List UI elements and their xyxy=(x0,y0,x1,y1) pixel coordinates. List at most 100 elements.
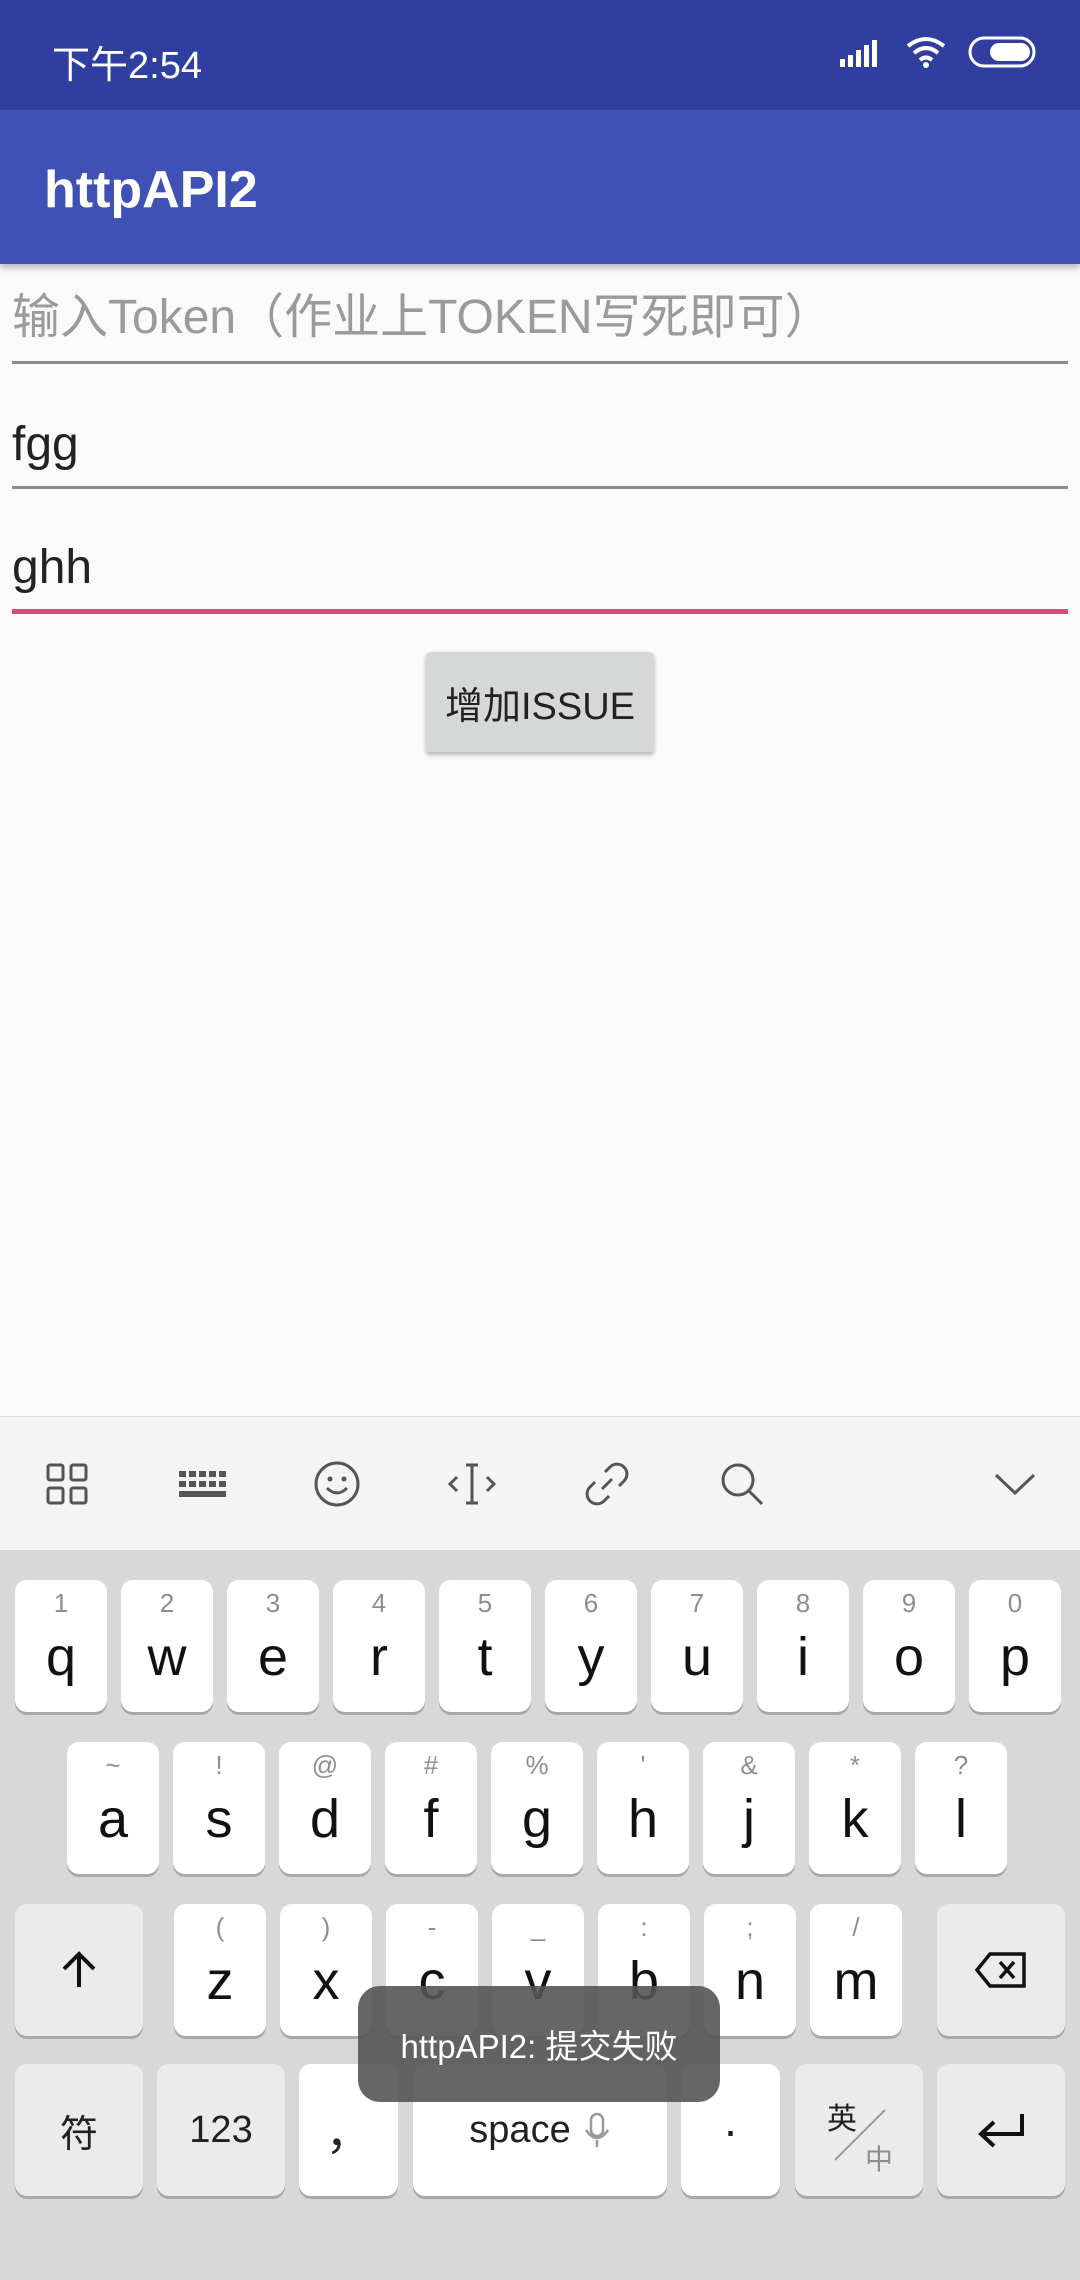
key-hint: * xyxy=(849,1750,861,1780)
key-hint: 8 xyxy=(795,1588,811,1618)
key-label: o xyxy=(893,1627,925,1687)
lang-bottom-label: 中 xyxy=(865,2144,894,2175)
key-hint: 0 xyxy=(1007,1588,1023,1618)
key-hint: 3 xyxy=(265,1588,281,1618)
key-d[interactable]: @ d xyxy=(279,1742,371,1874)
key-label: k xyxy=(841,1789,869,1849)
key-hint: 9 xyxy=(901,1588,917,1618)
key-label: p xyxy=(999,1627,1031,1687)
microphone-icon xyxy=(584,2112,609,2147)
key-hint: ) xyxy=(321,1912,331,1942)
key-label: z xyxy=(206,1951,234,2011)
key-p[interactable]: 0p xyxy=(969,1580,1061,1712)
collapse-keyboard-icon[interactable] xyxy=(988,1457,1042,1511)
signal-icon xyxy=(840,40,877,67)
key-label: d xyxy=(309,1789,341,1849)
app-bar: httpAPI2 xyxy=(0,110,1080,264)
add-issue-button[interactable]: 增加ISSUE xyxy=(426,652,654,752)
key-g[interactable]: % g xyxy=(491,1742,583,1874)
key-w[interactable]: 2w xyxy=(121,1580,213,1712)
key-label: s xyxy=(205,1789,233,1849)
keyboard-toolbar xyxy=(0,1416,1080,1551)
key-label: q xyxy=(45,1627,77,1687)
key-e[interactable]: 3e xyxy=(227,1580,319,1712)
status-bar: 下午2:54 xyxy=(0,0,1080,110)
battery-icon xyxy=(968,36,1036,68)
key-hint: ~ xyxy=(105,1750,121,1780)
key-s[interactable]: ! s xyxy=(173,1742,265,1874)
key-hint: - xyxy=(427,1912,437,1942)
key-hint: _ xyxy=(530,1912,546,1942)
wifi-icon xyxy=(906,37,946,68)
key-label: g xyxy=(521,1789,553,1849)
key-j[interactable]: & j xyxy=(703,1742,795,1874)
key-label: a xyxy=(97,1789,129,1849)
key-o[interactable]: 9o xyxy=(863,1580,955,1712)
key-hint: 4 xyxy=(371,1588,387,1618)
key-label: e xyxy=(257,1627,289,1687)
key-l[interactable]: ? l xyxy=(915,1742,1007,1874)
issue-title-input[interactable]: fgg xyxy=(12,393,1068,489)
symbols-key[interactable]: 符 xyxy=(15,2064,143,2196)
key-label: h xyxy=(627,1789,659,1849)
key-hint: ; xyxy=(746,1912,754,1942)
key-hint: 5 xyxy=(477,1588,493,1618)
app-title: httpAPI2 xyxy=(44,161,258,219)
key-label: t xyxy=(477,1627,493,1687)
numbers-key[interactable]: 123 xyxy=(157,2064,285,2196)
toast-message: httpAPI2: 提交失败 xyxy=(358,1986,720,2102)
key-y[interactable]: 6y xyxy=(545,1580,637,1712)
key-label: u xyxy=(681,1627,713,1687)
key-z[interactable]: (z xyxy=(174,1904,266,2036)
status-time: 下午2:54 xyxy=(52,45,202,87)
key-h[interactable]: ' h xyxy=(597,1742,689,1874)
apps-grid-icon[interactable] xyxy=(40,1457,94,1511)
shift-arrow-icon xyxy=(62,1951,96,1987)
token-placeholder: 输入Token（作业上TOKEN写死即可） xyxy=(12,291,833,344)
emoji-icon[interactable] xyxy=(310,1457,364,1511)
key-label: f xyxy=(423,1789,439,1849)
enter-key[interactable] xyxy=(937,2064,1065,2196)
key-hint: @ xyxy=(311,1750,339,1780)
space-key-label: space xyxy=(469,2108,571,2151)
link-icon[interactable] xyxy=(580,1457,634,1511)
key-hint: ? xyxy=(953,1750,969,1780)
key-r[interactable]: 4r xyxy=(333,1580,425,1712)
key-u[interactable]: 7u xyxy=(651,1580,743,1712)
key-hint: & xyxy=(740,1750,758,1780)
enter-icon xyxy=(978,2114,1024,2148)
key-m[interactable]: / m xyxy=(810,1904,902,2036)
symbols-key-label: 符 xyxy=(59,2113,98,2156)
key-hint: 1 xyxy=(53,1588,69,1618)
key-hint: % xyxy=(525,1750,549,1780)
key-k[interactable]: * k xyxy=(809,1742,901,1874)
key-hint: ' xyxy=(640,1750,646,1780)
key-label: m xyxy=(833,1951,879,2011)
shift-key[interactable] xyxy=(15,1904,143,2036)
key-hint: 7 xyxy=(689,1588,705,1618)
key-f[interactable]: # f xyxy=(385,1742,477,1874)
key-t[interactable]: 5t xyxy=(439,1580,531,1712)
key-hint: ( xyxy=(215,1912,225,1942)
backspace-key[interactable] xyxy=(937,1904,1065,2036)
key-hint: : xyxy=(640,1912,648,1942)
key-hint: # xyxy=(423,1750,439,1780)
keyboard: 1q2w3e4r5t6y7u8i9o0p ~ a! s @ d # f% g ' h & j * k? l … xyxy=(0,1550,1080,2280)
key-label: j xyxy=(743,1789,755,1849)
key-a[interactable]: ~ a xyxy=(67,1742,159,1874)
search-icon[interactable] xyxy=(715,1457,769,1511)
key-q[interactable]: 1q xyxy=(15,1580,107,1712)
language-switch-key[interactable]: 英 中 xyxy=(795,2064,923,2196)
keyboard-layout-icon[interactable] xyxy=(175,1457,229,1511)
numbers-key-label: 123 xyxy=(189,2108,253,2151)
key-hint: 2 xyxy=(159,1588,175,1618)
key-label: i xyxy=(797,1627,809,1687)
token-input[interactable]: 输入Token（作业上TOKEN写死即可） xyxy=(12,268,1068,364)
issue-body-input[interactable]: ghh xyxy=(12,518,1068,614)
backspace-icon xyxy=(974,1952,1026,1988)
cursor-move-icon[interactable] xyxy=(445,1457,499,1511)
key-label: y xyxy=(577,1627,605,1687)
key-hint: / xyxy=(852,1912,860,1942)
key-label: l xyxy=(955,1789,967,1849)
key-i[interactable]: 8i xyxy=(757,1580,849,1712)
